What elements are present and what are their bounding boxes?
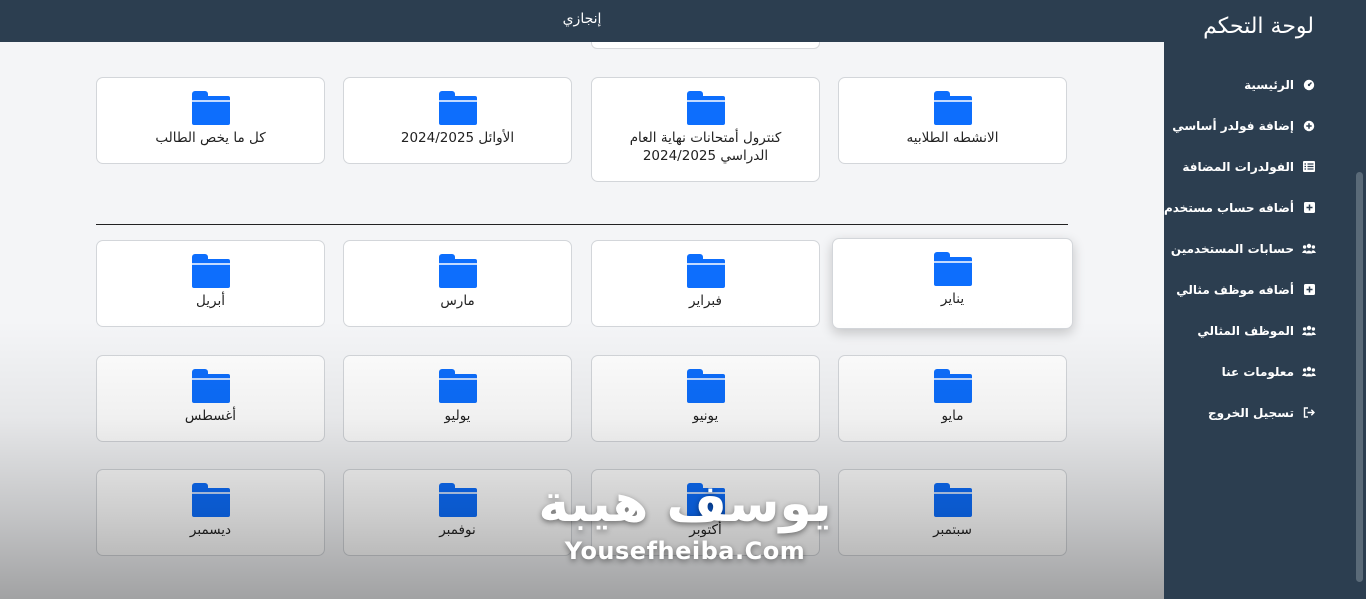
- month-card-september[interactable]: سبتمبر: [838, 469, 1067, 556]
- sidebar-item-logout[interactable]: تسجيل الخروج: [1164, 392, 1316, 433]
- folder-icon: [686, 369, 725, 403]
- folder-card-partial[interactable]: [591, 42, 820, 49]
- sidebar-item-home[interactable]: الرئيسية: [1164, 64, 1316, 105]
- top-navbar: إنجازي: [0, 0, 1164, 42]
- sidebar-item-label: الموظف المثالي: [1197, 323, 1294, 338]
- folder-card[interactable]: الأوائل 2024/2025: [343, 77, 572, 164]
- folder-label: الانشطه الطلابيه: [906, 130, 999, 146]
- folder-label: مايو: [941, 408, 964, 424]
- page-title: إنجازي: [562, 11, 602, 27]
- month-card-august[interactable]: أغسطس: [96, 355, 325, 442]
- sidebar-menu: الرئيسية إضافة فولدر أساسي الفولدرات الم…: [1164, 64, 1316, 433]
- logout-icon: [1302, 406, 1316, 420]
- folder-card[interactable]: كنترول أمتحانات نهاية العام الدراسي 2024…: [591, 77, 820, 182]
- folder-label: كل ما يخص الطالب: [155, 130, 266, 146]
- month-card-december[interactable]: ديسمبر: [96, 469, 325, 556]
- folder-label: أغسطس: [184, 408, 237, 424]
- sidebar-item-ideal-employee[interactable]: الموظف المثالي: [1164, 310, 1316, 351]
- main-content: الانشطه الطلابيه كنترول أمتحانات نهاية ا…: [0, 42, 1164, 599]
- sidebar-item-user-accounts[interactable]: حسابات المستخدمين: [1164, 228, 1316, 269]
- folder-icon: [438, 254, 477, 288]
- folder-label: كنترول أمتحانات نهاية العام الدراسي 2024…: [629, 130, 782, 164]
- month-card-july[interactable]: يوليو: [343, 355, 572, 442]
- month-card-november[interactable]: نوفمبر: [343, 469, 572, 556]
- folder-icon: [438, 91, 477, 125]
- month-card-june[interactable]: يونيو: [591, 355, 820, 442]
- folder-icon: [933, 252, 972, 286]
- plus-square-icon: [1302, 283, 1316, 297]
- sidebar-item-add-main-folder[interactable]: إضافة فولدر أساسي: [1164, 105, 1316, 146]
- folder-label: أكتوبر: [689, 522, 722, 538]
- sidebar-item-label: تسجيل الخروج: [1208, 405, 1294, 420]
- plus-square-icon: [1302, 201, 1316, 215]
- folder-icon: [686, 483, 725, 517]
- sidebar-item-label: الرئيسية: [1244, 77, 1294, 92]
- dashboard-icon: [1302, 78, 1316, 92]
- month-card-may[interactable]: مايو: [838, 355, 1067, 442]
- section-divider: [96, 224, 1068, 225]
- folder-label: فبراير: [689, 293, 722, 309]
- sidebar-item-add-user-account[interactable]: أضافه حساب مستخدم: [1164, 187, 1316, 228]
- plus-circle-icon: [1302, 119, 1316, 133]
- sidebar-item-add-ideal-employee[interactable]: أضافه موظف مثالي: [1164, 269, 1316, 310]
- month-card-february[interactable]: فبراير: [591, 240, 820, 327]
- month-card-january[interactable]: يناير: [832, 238, 1073, 329]
- folder-label: يونيو: [692, 408, 719, 424]
- folder-label: الأوائل 2024/2025: [400, 130, 515, 146]
- users-icon: [1302, 242, 1316, 256]
- month-card-october[interactable]: أكتوبر: [591, 469, 820, 556]
- folder-icon: [686, 91, 725, 125]
- folder-icon: [438, 483, 477, 517]
- folder-icon: [933, 483, 972, 517]
- folder-label: نوفمبر: [439, 522, 476, 538]
- list-icon: [1302, 160, 1316, 174]
- folder-label: ديسمبر: [189, 522, 232, 538]
- month-card-april[interactable]: أبريل: [96, 240, 325, 327]
- sidebar-item-label: إضافة فولدر أساسي: [1172, 118, 1294, 133]
- folder-label: يوليو: [444, 408, 471, 424]
- folder-icon: [191, 369, 230, 403]
- users-icon: [1302, 365, 1316, 379]
- folder-icon: [191, 254, 230, 288]
- folder-label: سبتمبر: [933, 522, 972, 538]
- folder-label: مارس: [440, 293, 475, 309]
- sidebar-item-about-us[interactable]: معلومات عنا: [1164, 351, 1316, 392]
- month-card-march[interactable]: مارس: [343, 240, 572, 327]
- sidebar-scrollbar-thumb[interactable]: [1356, 172, 1363, 582]
- folder-icon: [191, 483, 230, 517]
- sidebar-item-label: أضافه حساب مستخدم: [1163, 200, 1294, 215]
- sidebar-item-label: حسابات المستخدمين: [1170, 241, 1294, 256]
- folder-label: يناير: [940, 291, 965, 307]
- folder-icon: [438, 369, 477, 403]
- sidebar-item-added-folders[interactable]: الفولدرات المضافة: [1164, 146, 1316, 187]
- folder-card[interactable]: كل ما يخص الطالب: [96, 77, 325, 164]
- sidebar-title: لوحة التحكم: [1203, 14, 1314, 39]
- folder-label: أبريل: [196, 293, 225, 309]
- folder-icon: [933, 91, 972, 125]
- folder-icon: [933, 369, 972, 403]
- sidebar-item-label: الفولدرات المضافة: [1182, 159, 1294, 174]
- folder-icon: [686, 254, 725, 288]
- users-icon: [1302, 324, 1316, 338]
- sidebar: لوحة التحكم الرئيسية إضافة فولدر أساسي ا…: [1164, 0, 1366, 599]
- sidebar-item-label: معلومات عنا: [1221, 364, 1294, 379]
- sidebar-item-label: أضافه موظف مثالي: [1176, 282, 1294, 297]
- folder-card[interactable]: الانشطه الطلابيه: [838, 77, 1067, 164]
- folder-icon: [191, 91, 230, 125]
